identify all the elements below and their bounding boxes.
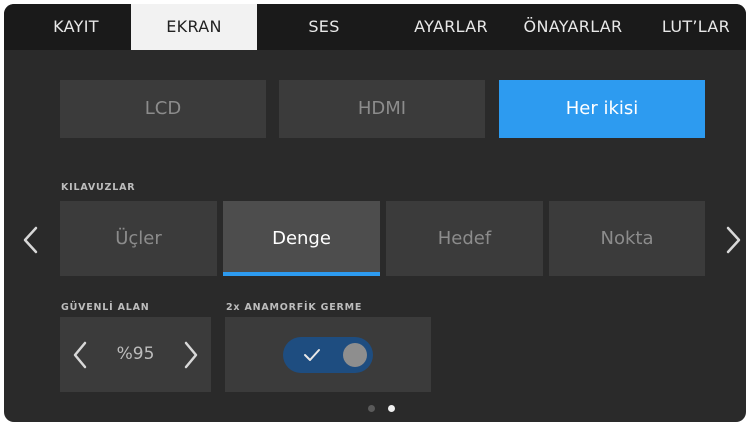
tab-ayarlar[interactable]: AYARLAR bbox=[396, 4, 506, 50]
tab-onayarlar[interactable]: ÖNAYARLAR bbox=[510, 4, 636, 50]
page-dot-1[interactable] bbox=[368, 405, 375, 412]
tab-ekran[interactable]: EKRAN bbox=[131, 4, 257, 50]
checkmark-icon bbox=[304, 349, 320, 361]
tab-luts[interactable]: LUT’LAR bbox=[646, 4, 746, 50]
guide-option-ucler[interactable]: Üçler bbox=[60, 201, 217, 276]
lcd-button[interactable]: LCD bbox=[60, 80, 266, 138]
guide-option-hedef[interactable]: Hedef bbox=[386, 201, 543, 276]
safe-area-section-label: GÜVENLİ ALAN bbox=[61, 302, 150, 313]
selected-indicator bbox=[223, 272, 380, 276]
chevron-left-icon bbox=[23, 226, 38, 254]
both-outputs-button[interactable]: Her ikisi bbox=[499, 80, 705, 138]
page-dot-2[interactable] bbox=[388, 405, 395, 412]
display-settings-screen: KAYIT EKRAN SES AYARLAR ÖNAYARLAR LUT’LA… bbox=[4, 4, 746, 422]
guides-next-chevron[interactable] bbox=[724, 226, 742, 258]
chevron-right-icon bbox=[184, 341, 198, 369]
tab-kayit[interactable]: KAYIT bbox=[26, 4, 126, 50]
guide-option-denge[interactable]: Denge bbox=[223, 201, 380, 276]
guide-option-nokta[interactable]: Nokta bbox=[549, 201, 705, 276]
safe-area-increase[interactable] bbox=[183, 341, 199, 374]
anamorphic-toggle[interactable] bbox=[283, 337, 373, 373]
tab-ses[interactable]: SES bbox=[274, 4, 374, 50]
tab-bar: KAYIT EKRAN SES AYARLAR ÖNAYARLAR LUT’LA… bbox=[4, 4, 746, 50]
anamorphic-section-label: 2x ANAMORFİK GERME bbox=[226, 302, 363, 313]
guides-section-label: KILAVUZLAR bbox=[61, 182, 136, 193]
guides-prev-chevron[interactable] bbox=[22, 226, 40, 258]
anamorphic-tile bbox=[225, 317, 431, 392]
guide-option-denge-label: Denge bbox=[272, 228, 331, 249]
toggle-knob bbox=[343, 343, 367, 367]
safe-area-stepper: %95 bbox=[60, 317, 211, 392]
hdmi-button[interactable]: HDMI bbox=[279, 80, 485, 138]
chevron-right-icon bbox=[726, 226, 741, 254]
